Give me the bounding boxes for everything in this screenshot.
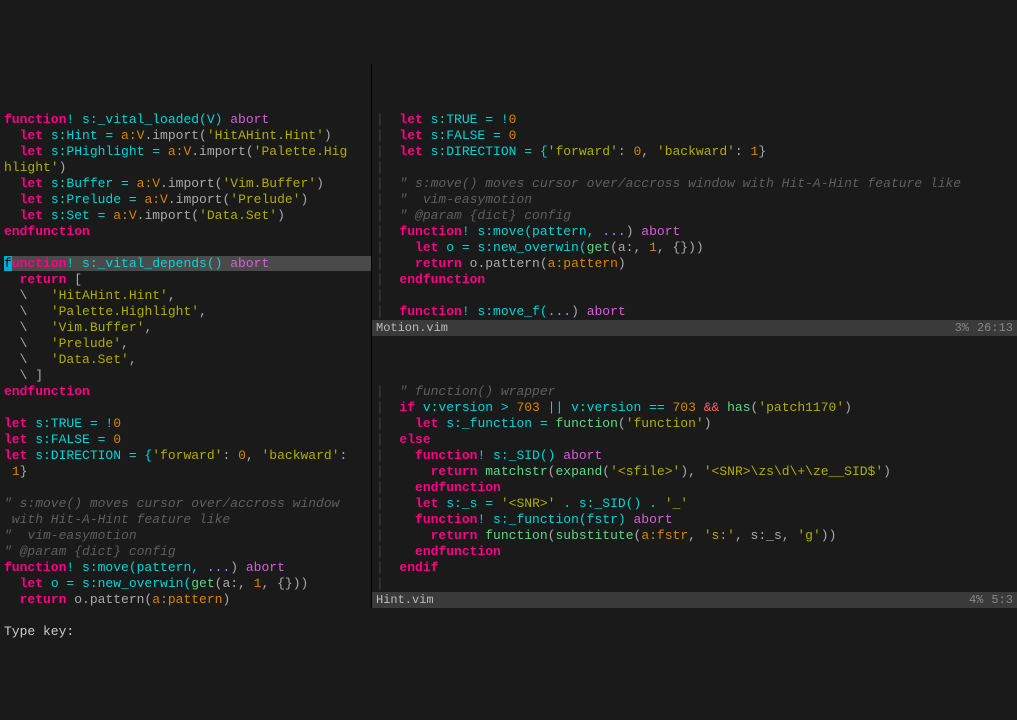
status-pct-right: 4% xyxy=(969,592,983,608)
status-file-right: Hint.vim xyxy=(376,592,969,608)
status-pct-mid: 3% xyxy=(955,320,969,336)
bottom-right-pane[interactable]: | " function() wrapper | if v:version > … xyxy=(372,336,1017,592)
editor-area: function! s:_vital_loaded(V) abort let s… xyxy=(0,64,1017,608)
statusline-right: Hint.vim 4% 5:3 xyxy=(372,592,1017,608)
top-right-pane[interactable]: | let s:TRUE = !0 | let s:FALSE = 0 | le… xyxy=(372,64,1017,320)
right-column: | let s:TRUE = !0 | let s:FALSE = 0 | le… xyxy=(372,64,1017,608)
command-line[interactable]: Type key: xyxy=(0,624,1017,640)
status-pos-right: 5:3 xyxy=(991,592,1013,608)
code-block-bot-right[interactable]: | " function() wrapper | if v:version > … xyxy=(372,368,1017,592)
code-block-top-right[interactable]: | let s:TRUE = !0 | let s:FALSE = 0 | le… xyxy=(372,96,1017,320)
status-file-mid: Motion.vim xyxy=(376,320,955,336)
code-block-left[interactable]: function! s:_vital_loaded(V) abort let s… xyxy=(0,96,371,608)
status-pos-mid: 26:13 xyxy=(977,320,1013,336)
statusline-mid: Motion.vim 3% 26:13 xyxy=(372,320,1017,336)
left-pane[interactable]: function! s:_vital_loaded(V) abort let s… xyxy=(0,64,372,608)
